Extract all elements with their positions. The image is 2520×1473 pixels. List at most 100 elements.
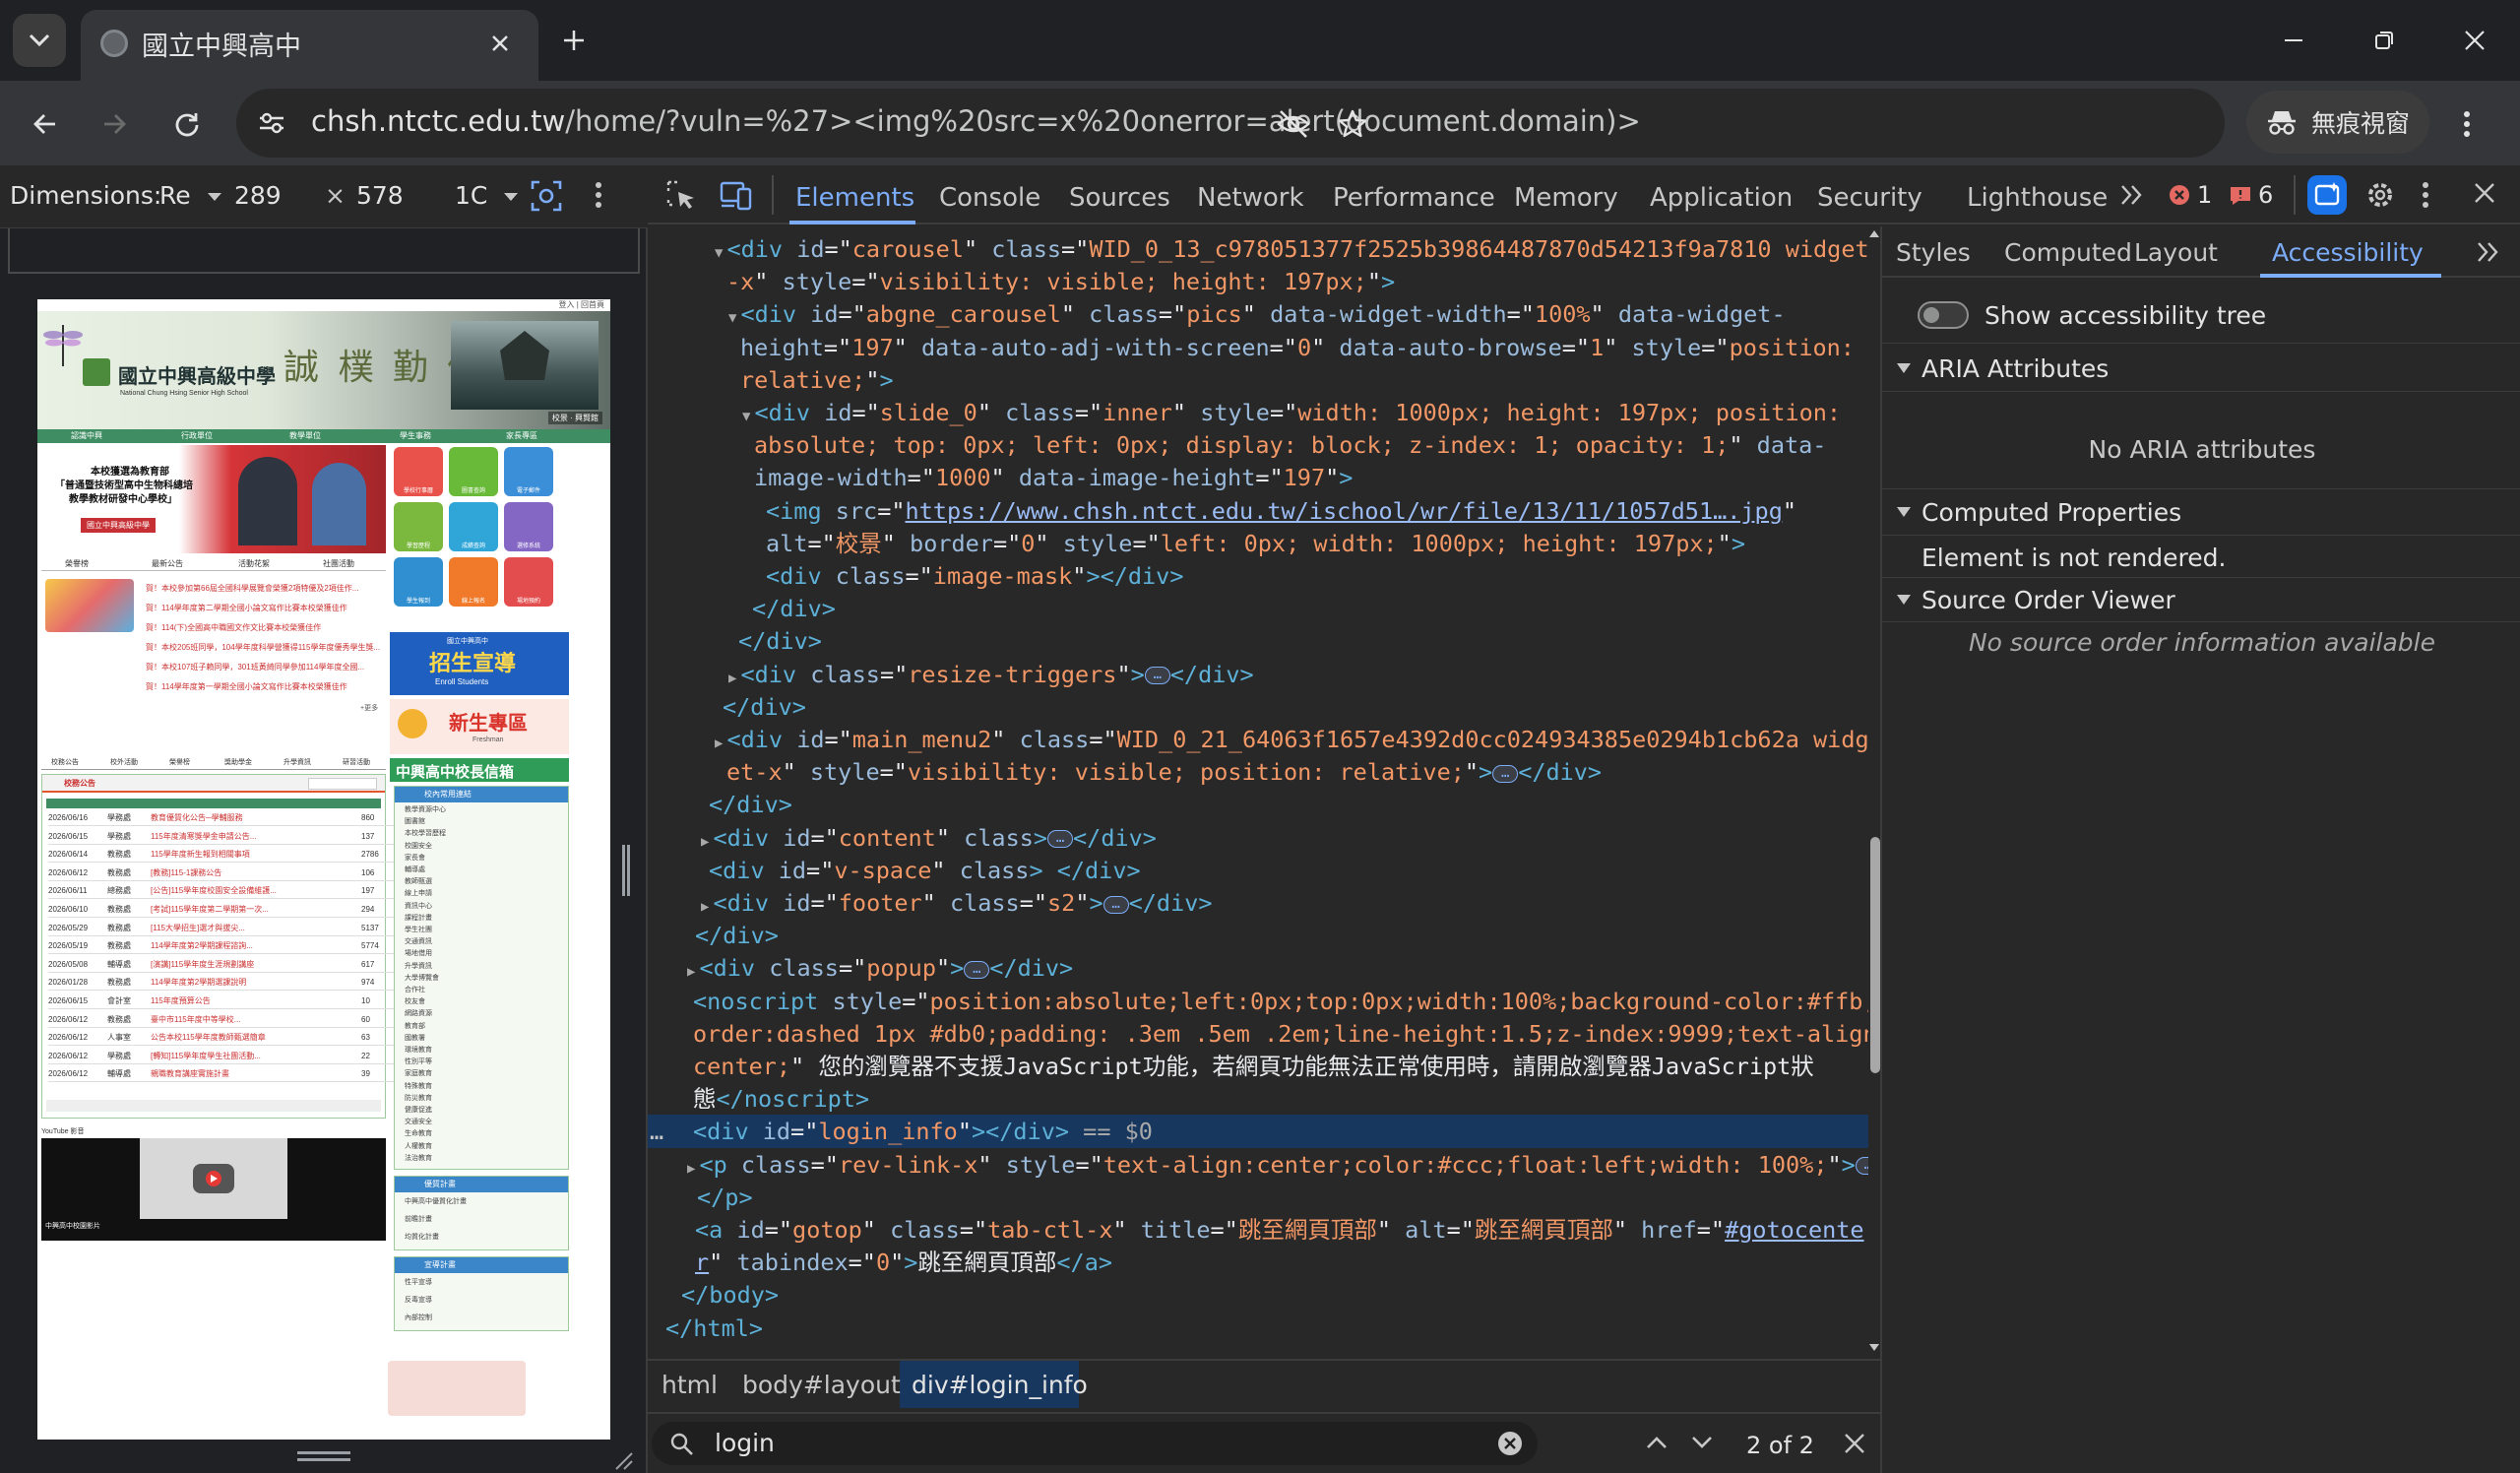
common-link[interactable]: 特殊教育 (405, 1081, 542, 1093)
news-tab[interactable]: 社團活動 (323, 558, 354, 569)
table-tab[interactable]: 升學資訊 (284, 757, 311, 767)
device-toolbar-toggle[interactable] (719, 179, 754, 213)
dom-node-line[interactable]: </div> (648, 788, 1880, 821)
clear-search-button[interactable] (1496, 1430, 1524, 1457)
table-row[interactable]: 2026/06/15 學務處 115年度清寒獎學金申請公告... 137 (48, 829, 403, 845)
browser-tab[interactable]: 國立中興高中 (81, 10, 538, 81)
table-row[interactable]: 2026/06/12 教務處 [教務]115-1課務公告 106 (48, 865, 403, 881)
tab-computed[interactable]: Computed (2004, 238, 2132, 267)
dom-tree[interactable]: ▼ <div id="carousel" class="WID_0_13_c978… (648, 226, 1880, 1355)
breadcrumb-item[interactable]: body#layout (742, 1371, 901, 1399)
code-token[interactable]: https://www.chsh.ntct.edu.tw/ischool/wr/… (906, 497, 1783, 525)
common-link[interactable]: 法治教育 (405, 1153, 542, 1165)
width-input[interactable]: 289 (234, 181, 282, 210)
quick-link-library[interactable]: 圖書查詢 (449, 447, 498, 496)
table-tab[interactable]: 研習活動 (343, 757, 370, 767)
dom-node-line[interactable]: </div> (648, 919, 1880, 952)
table-cell-title[interactable]: 教育優質化公告─學輔服務 (151, 810, 347, 825)
quick-link-course[interactable]: 選修系統 (504, 502, 553, 551)
tab-security[interactable]: Security (1817, 183, 1922, 213)
news-tab[interactable]: 最新公告 (152, 558, 183, 569)
video-player[interactable]: 中興高中校園影片 (41, 1138, 386, 1241)
news-item[interactable]: 賀！114學年度第二學期全國小論文寫作比賽本校榮獲佳作 (146, 603, 500, 611)
tab-application[interactable]: Application (1650, 183, 1793, 213)
tab-console[interactable]: Console (939, 183, 1040, 213)
resize-handle-right[interactable] (622, 845, 630, 896)
devtools-menu-button[interactable] (2422, 181, 2437, 211)
dom-node-line[interactable]: absolute; top: 0px; left: 0px; display: … (648, 428, 1880, 462)
common-link[interactable]: 防災教育 (405, 1093, 542, 1105)
bookmark-button[interactable] (1333, 104, 1372, 144)
more-sidebar-tabs-button[interactable] (2475, 238, 2502, 266)
tab-memory[interactable]: Memory (1514, 183, 1618, 213)
promo-link[interactable]: 內部控制 (405, 1311, 542, 1326)
dom-node-line[interactable]: r" tabindex="0">跳至網頁頂部</a> (648, 1246, 1880, 1279)
issue-counter[interactable]: 6 (2229, 181, 2273, 209)
table-cell-title[interactable]: 115年度預算公告 (151, 993, 347, 1008)
code-token[interactable]: #gotocente (1725, 1216, 1863, 1244)
common-link[interactable]: 學生社團 (405, 925, 542, 936)
dom-node-line[interactable]: ▶ <p class="rev-link-x" style="text-align… (648, 1148, 1880, 1182)
dom-node-line[interactable]: relative;"> (648, 363, 1880, 397)
common-link[interactable]: 交通安全 (405, 1117, 542, 1128)
site-nav-item[interactable]: 教學單位 (289, 430, 321, 441)
promo-link[interactable]: 性平宣導 (405, 1275, 542, 1291)
tab-accessibility[interactable]: Accessibility (2272, 238, 2424, 267)
common-link[interactable]: 教育部 (405, 1021, 542, 1033)
dom-node-line[interactable]: ▶ <div id="footer" class="s2">… </div> (648, 886, 1880, 920)
emulated-viewport[interactable]: 登入 | 回首頁 國立中興高級中學 National Chung Hsing S… (37, 299, 610, 1440)
incognito-indicator[interactable]: 無痕視窗 (2246, 91, 2429, 154)
table-cell-title[interactable]: [公告]115學年度校園安全設備維護... (151, 883, 347, 898)
news-item[interactable]: 賀！本校參加第66屆全國科學展覽會榮獲2項特優及2項佳作... (146, 583, 500, 592)
table-tab[interactable]: 獎助學金 (224, 757, 252, 767)
common-link[interactable]: 本校學習歷程 (405, 828, 542, 840)
ai-assistance-button[interactable] (2307, 175, 2347, 215)
quick-link-checkin[interactable]: 學生報到 (394, 557, 443, 607)
ellipsis-icon[interactable]: … (1102, 895, 1129, 914)
forward-button[interactable] (89, 98, 140, 150)
browser-menu-button[interactable] (2441, 98, 2492, 150)
enroll-banner[interactable]: 國立中興高中 招生宣導 Enroll Students (390, 632, 569, 695)
table-row[interactable]: 2026/06/15 會計室 115年度預算公告 10 (48, 993, 403, 1009)
expand-arrow-icon[interactable]: ▼ (715, 245, 723, 261)
computed-properties-header[interactable]: Computed Properties (1882, 490, 2520, 536)
dom-node-line[interactable]: </div> (648, 690, 1880, 724)
table-cell-title[interactable]: [教務]115-1課務公告 (151, 865, 347, 880)
campaign-banner[interactable] (388, 1361, 526, 1416)
dom-node-line[interactable]: </body> (648, 1278, 1880, 1312)
table-cell-title[interactable]: [演講]115學年度生涯規劃講座 (151, 957, 347, 972)
inspect-element-button[interactable] (665, 179, 699, 213)
dom-node-line[interactable]: et-x" style="visibility: visible; positi… (648, 755, 1880, 789)
dom-node-line[interactable]: ▼ <div id="slide_0" class="inner" style="… (648, 396, 1880, 429)
expand-arrow-icon[interactable]: ▼ (742, 409, 750, 424)
quick-link-register[interactable]: 線上報名 (449, 557, 498, 607)
plan-link[interactable]: 中興高中優質化計畫 (405, 1194, 542, 1210)
dom-node-line[interactable]: </html> (648, 1312, 1880, 1345)
plan-link[interactable]: 均質化計畫 (405, 1230, 542, 1246)
dom-node-line[interactable]: </p> (648, 1181, 1880, 1214)
site-info-button[interactable] (250, 101, 293, 145)
resize-corner[interactable] (612, 1449, 634, 1471)
dom-node-selected[interactable]: <div id="login_info"></div> == $0… (648, 1115, 1880, 1149)
tab-elements[interactable]: Elements (795, 183, 914, 213)
expand-arrow-icon[interactable]: ▼ (728, 310, 736, 326)
ellipsis-icon[interactable]: … (1144, 667, 1170, 685)
table-row[interactable]: 2026/06/12 教務處 臺中市115年度中等學校... 60 (48, 1012, 403, 1028)
ellipsis-icon[interactable]: … (964, 960, 990, 979)
quick-link-calendar[interactable]: 學校行事曆 (394, 447, 443, 496)
common-link[interactable]: 交通資訊 (405, 936, 542, 948)
table-cell-title[interactable]: 114學年度第2學期課程諮詢... (151, 938, 347, 953)
device-preset-select[interactable]: Re (159, 181, 222, 210)
common-link[interactable]: 校園安全 (405, 841, 542, 853)
expand-arrow-icon[interactable]: ▶ (701, 834, 709, 850)
tab-close-button[interactable] (482, 26, 518, 61)
common-link[interactable]: 人權教育 (405, 1141, 542, 1153)
table-row[interactable]: 2026/06/16 學務處 教育優質化公告─學輔服務 860 (48, 810, 403, 826)
dom-search-box[interactable]: login (652, 1422, 1538, 1465)
common-link[interactable]: 大學博覽會 (405, 973, 542, 985)
dom-node-line[interactable]: <a id="gotop" class="tab-ctl-x" title="跳… (648, 1213, 1880, 1247)
show-accessibility-tree-label[interactable]: Show accessibility tree (1984, 301, 2266, 330)
dom-node-line[interactable]: ▼ <div id="abgne_carousel" class="pics" d… (648, 297, 1880, 331)
expand-arrow-icon[interactable]: ▶ (687, 1161, 695, 1177)
restore-button[interactable] (2361, 18, 2408, 63)
